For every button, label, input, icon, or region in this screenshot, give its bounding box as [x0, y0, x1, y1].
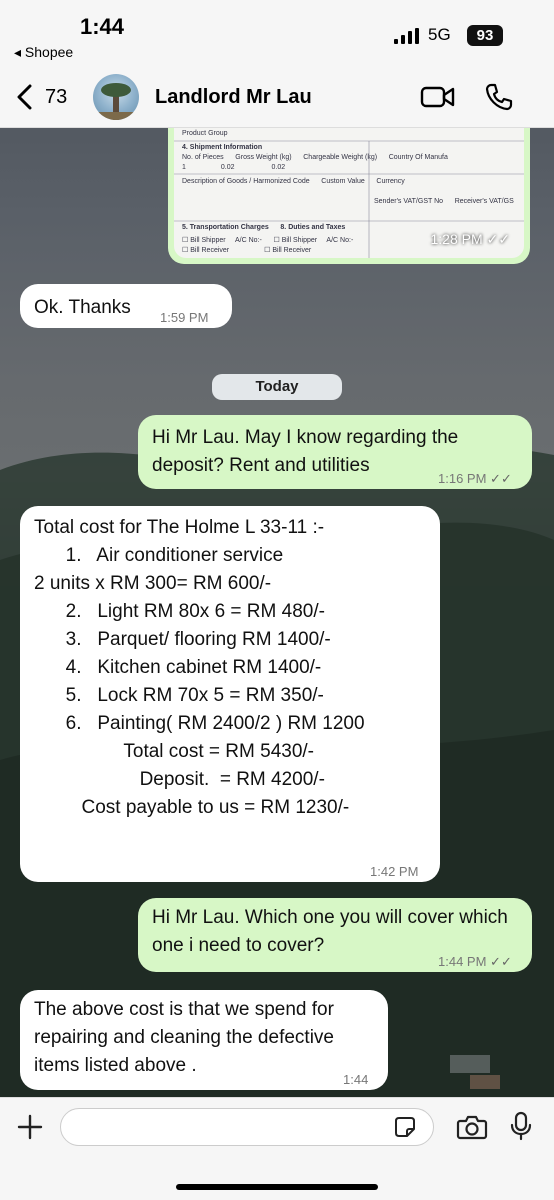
message-line: 1. Air conditioner service — [34, 545, 284, 566]
double-check-icon: ✓✓ — [490, 954, 512, 969]
message-line: 2. Light RM 80x 6 = RM 480/- — [34, 601, 325, 622]
message-input[interactable] — [60, 1108, 434, 1146]
message-time: 1:44 PM ✓✓ — [438, 954, 512, 969]
message-line: Deposit. = RM 4200/- — [34, 769, 325, 790]
plus-icon[interactable] — [16, 1113, 44, 1141]
double-check-icon: ✓✓ — [490, 471, 512, 486]
message-line: 6. Painting( RM 2400/2 ) RM 1200 — [34, 713, 365, 734]
avatar[interactable] — [93, 74, 139, 120]
back-chevron-icon[interactable] — [14, 84, 36, 110]
contact-name[interactable]: Landlord Mr Lau — [155, 86, 312, 109]
network-type: 5G — [428, 25, 451, 44]
message-line: 5. Lock RM 70x 5 = RM 350/- — [34, 685, 324, 706]
back-to-app-link[interactable]: ◂ Shopee — [14, 44, 73, 61]
image-message[interactable]: Product Group 4. Shipment Information No… — [168, 128, 530, 264]
outgoing-message[interactable]: Hi Mr Lau. May I know regarding the depo… — [138, 415, 532, 489]
message-line: 3. Parquet/ flooring RM 1400/- — [34, 629, 331, 650]
shipping-form-image[interactable]: Product Group 4. Shipment Information No… — [174, 128, 524, 258]
signal-icon — [394, 28, 419, 44]
incoming-message[interactable]: Ok. Thanks 1:59 PM — [20, 284, 232, 328]
incoming-message[interactable]: The above cost is that we spend for repa… — [20, 990, 388, 1115]
message-text: Hi Mr Lau. May I know regarding the depo… — [152, 427, 459, 476]
message-line: 2 units x RM 300= RM 600/- — [34, 573, 272, 594]
home-indicator — [176, 1184, 378, 1190]
microphone-icon[interactable] — [509, 1111, 533, 1141]
date-separator: Today — [212, 374, 342, 400]
incoming-message[interactable]: Total cost for The Holme L 33-11 :- 1. A… — [20, 506, 440, 882]
phone-call-icon[interactable] — [484, 82, 514, 112]
video-call-icon[interactable] — [420, 85, 456, 109]
message-time: 1:59 PM — [160, 310, 209, 325]
message-line: 4. Kitchen cabinet RM 1400/- — [34, 657, 322, 678]
sticker-icon[interactable] — [394, 1116, 416, 1138]
status-bar: 1:44 ◂ Shopee 5G 93 — [0, 0, 554, 66]
message-text: Ok. Thanks — [34, 297, 131, 318]
message-line: Total cost = RM 5430/- — [34, 741, 315, 762]
message-line: Total cost for The Holme L 33-11 :- — [34, 517, 325, 538]
battery-indicator: 93 — [467, 25, 503, 46]
double-check-icon: ✓✓ — [486, 231, 510, 247]
chat-header: 73 Landlord Mr Lau — [0, 66, 554, 128]
message-time: 1:42 PM — [370, 864, 419, 879]
status-time: 1:44 — [80, 14, 125, 39]
outgoing-message[interactable]: Hi Mr Lau. Which one you will cover whic… — [138, 898, 532, 972]
message-line: Cost payable to us = RM 1230/- — [34, 797, 350, 818]
message-text: The above cost is that we spend for repa… — [34, 999, 334, 1076]
message-time: 1:28 PM ✓✓ — [430, 231, 511, 247]
unread-count[interactable]: 73 — [45, 86, 67, 109]
message-composer — [0, 1097, 554, 1200]
camera-icon[interactable] — [456, 1114, 488, 1140]
message-time: 1:16 PM ✓✓ — [438, 471, 512, 486]
